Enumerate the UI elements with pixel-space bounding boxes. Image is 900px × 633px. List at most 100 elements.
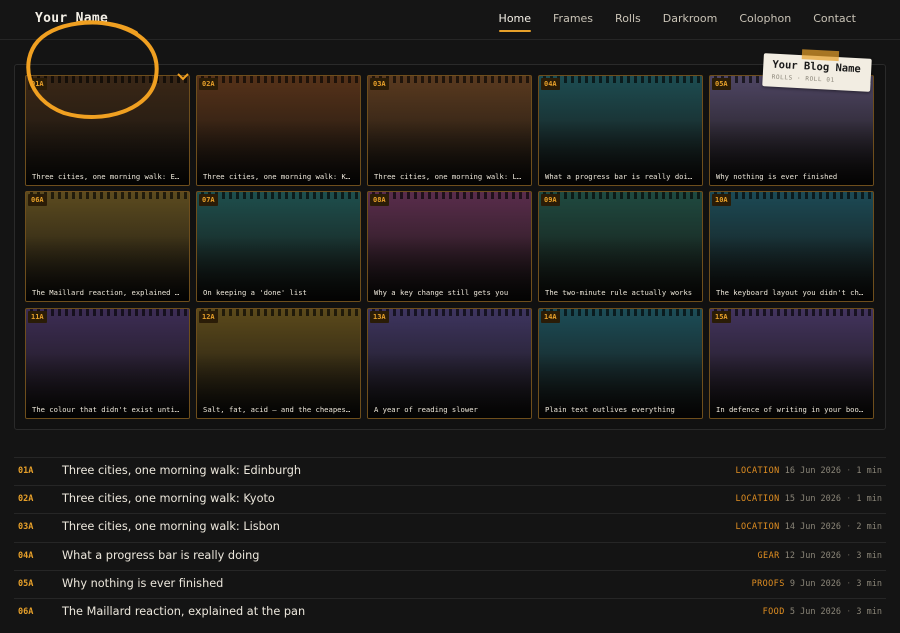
meta-separator: · — [846, 578, 852, 589]
frame-caption: Plain text outlives everything — [545, 405, 675, 414]
nav-colophon[interactable]: Colophon — [739, 12, 791, 32]
film-perforations — [26, 309, 189, 316]
film-frame[interactable]: 04A What a progress bar is really doing — [538, 75, 703, 186]
frame-caption: The colour that didn't exist until 1856 — [32, 405, 182, 414]
post-read-time: 1 min — [856, 466, 882, 476]
film-frame[interactable]: 12A Salt, fat, acid — and the cheapest on… — [196, 308, 361, 419]
film-perforations — [710, 309, 873, 316]
film-frame[interactable]: 02A Three cities, one morning walk: Kyoto — [196, 75, 361, 186]
film-frame[interactable]: 10A The keyboard layout you didn't choose — [709, 191, 874, 302]
post-row[interactable]: 01A Three cities, one morning walk: Edinb… — [14, 457, 886, 485]
post-date: 9 Jun 2026 — [789, 578, 842, 589]
post-title[interactable]: Three cities, one morning walk: Edinburg… — [62, 464, 301, 477]
post-number: 06A — [18, 606, 34, 617]
post-date: 14 Jun 2026 — [784, 522, 842, 533]
frame-caption: Why nothing is ever finished — [716, 172, 838, 181]
post-title[interactable]: Why nothing is ever finished — [62, 577, 223, 590]
frame-caption: Why a key change still gets you — [374, 288, 509, 297]
nav-darkroom[interactable]: Darkroom — [663, 12, 718, 32]
frame-number: 13A — [370, 311, 389, 323]
film-perforations — [539, 309, 702, 316]
frame-number: 15A — [712, 311, 731, 323]
frame-number: 07A — [199, 194, 218, 206]
site-name[interactable]: Your Name — [35, 11, 108, 26]
post-list: 01A Three cities, one morning walk: Edinb… — [14, 457, 886, 626]
post-row[interactable]: 05A Why nothing is ever finished PROOFS 9 … — [14, 569, 886, 598]
post-category[interactable]: PROOFS — [752, 579, 785, 589]
main-nav: Home Frames Rolls Darkroom Colophon Cont… — [477, 12, 856, 32]
blog-name: Your Blog Name — [772, 58, 862, 76]
post-number: 01A — [18, 466, 34, 476]
meta-separator: · — [846, 550, 852, 561]
post-date: 16 Jun 2026 — [784, 466, 842, 476]
frame-number: 09A — [541, 194, 560, 206]
frame-number: 03A — [370, 78, 389, 90]
post-meta: GEAR 12 Jun 2026 · 3 min — [758, 551, 882, 561]
nav-contact[interactable]: Contact — [813, 12, 856, 32]
post-number: 03A — [18, 522, 34, 533]
post-number: 04A — [18, 550, 34, 561]
film-perforations — [539, 192, 702, 199]
film-frame[interactable]: 06A The Maillard reaction, explained at t… — [25, 191, 190, 302]
film-perforations — [368, 309, 531, 316]
post-meta: LOCATION 15 Jun 2026 · 1 min — [735, 494, 882, 504]
nav-rolls[interactable]: Rolls — [615, 12, 641, 32]
frame-caption: The keyboard layout you didn't choose — [716, 288, 866, 297]
post-title[interactable]: Three cities, one morning walk: Kyoto — [62, 492, 275, 505]
frame-number: 14A — [541, 311, 560, 323]
frame-caption: Three cities, one morning walk: Kyoto — [203, 172, 353, 181]
film-perforations — [197, 192, 360, 199]
frame-number: 04A — [541, 78, 560, 90]
post-meta: FOOD 5 Jun 2026 · 3 min — [763, 607, 882, 617]
post-meta: LOCATION 16 Jun 2026 · 1 min — [735, 466, 882, 476]
meta-separator: · — [846, 522, 852, 533]
post-title[interactable]: The Maillard reaction, explained at the … — [62, 605, 305, 618]
post-date: 5 Jun 2026 — [789, 606, 842, 617]
film-frame[interactable]: 05A Why nothing is ever finished — [709, 75, 874, 186]
nav-home[interactable]: Home — [498, 12, 532, 32]
contact-sheet: 01A Three cities, one morning walk: Edinb… — [14, 64, 886, 430]
frame-number: 10A — [712, 194, 731, 206]
film-frame[interactable]: 15A In defence of writing in your books — [709, 308, 874, 419]
post-category[interactable]: LOCATION — [735, 494, 779, 504]
post-row[interactable]: 03A Three cities, one morning walk: Lisbo… — [14, 513, 886, 541]
film-frame[interactable]: 03A Three cities, one morning walk: Lisbo… — [367, 75, 532, 186]
post-title[interactable]: Three cities, one morning walk: Lisbon — [62, 520, 280, 533]
film-frame[interactable]: 13A A year of reading slower — [367, 308, 532, 419]
frame-caption: On keeping a 'done' list — [203, 288, 307, 297]
post-category[interactable]: LOCATION — [735, 522, 779, 532]
post-category[interactable]: GEAR — [758, 551, 780, 561]
film-frame[interactable]: 08A Why a key change still gets you — [367, 191, 532, 302]
post-row[interactable]: 04A What a progress bar is really doing GE… — [14, 541, 886, 570]
meta-separator: · — [846, 606, 852, 617]
nav-frames[interactable]: Frames — [553, 12, 593, 32]
film-frame[interactable]: 11A The colour that didn't exist until 18… — [25, 308, 190, 419]
frame-caption: The two-minute rule actually works — [545, 288, 693, 297]
film-perforations — [197, 309, 360, 316]
post-title[interactable]: What a progress bar is really doing — [62, 549, 259, 562]
post-read-time: 1 min — [856, 494, 882, 505]
film-frame[interactable]: 14A Plain text outlives everything — [538, 308, 703, 419]
post-meta: PROOFS 9 Jun 2026 · 3 min — [752, 579, 882, 589]
post-category[interactable]: LOCATION — [735, 466, 779, 476]
post-row[interactable]: 06A The Maillard reaction, explained at t… — [14, 597, 886, 626]
post-number: 05A — [18, 578, 34, 589]
post-category[interactable]: FOOD — [763, 607, 785, 617]
site-header: Your Name Home Frames Rolls Darkroom Col… — [0, 0, 900, 40]
post-row[interactable]: 02A Three cities, one morning walk: Kyoto… — [14, 485, 886, 513]
frame-number: 02A — [199, 78, 218, 90]
post-number: 02A — [18, 494, 34, 505]
frame-caption: Three cities, one morning walk: Lisbon — [374, 172, 524, 181]
frame-caption: What a progress bar is really doing — [545, 172, 695, 181]
film-frame[interactable]: 07A On keeping a 'done' list — [196, 191, 361, 302]
frame-caption: The Maillard reaction, explained at the … — [32, 288, 182, 297]
frame-number: 12A — [199, 311, 218, 323]
film-frame[interactable]: 01A Three cities, one morning walk: Edinb… — [25, 75, 190, 186]
blog-name-tag: Your Blog Name ROLLS · ROLL 01 — [762, 49, 872, 92]
meta-separator: · — [846, 466, 852, 476]
post-meta: LOCATION 14 Jun 2026 · 2 min — [735, 522, 882, 532]
chevron-down-icon — [177, 73, 189, 81]
frame-number: 06A — [28, 194, 47, 206]
tape-strip — [801, 49, 840, 62]
film-frame[interactable]: 09A The two-minute rule actually works — [538, 191, 703, 302]
